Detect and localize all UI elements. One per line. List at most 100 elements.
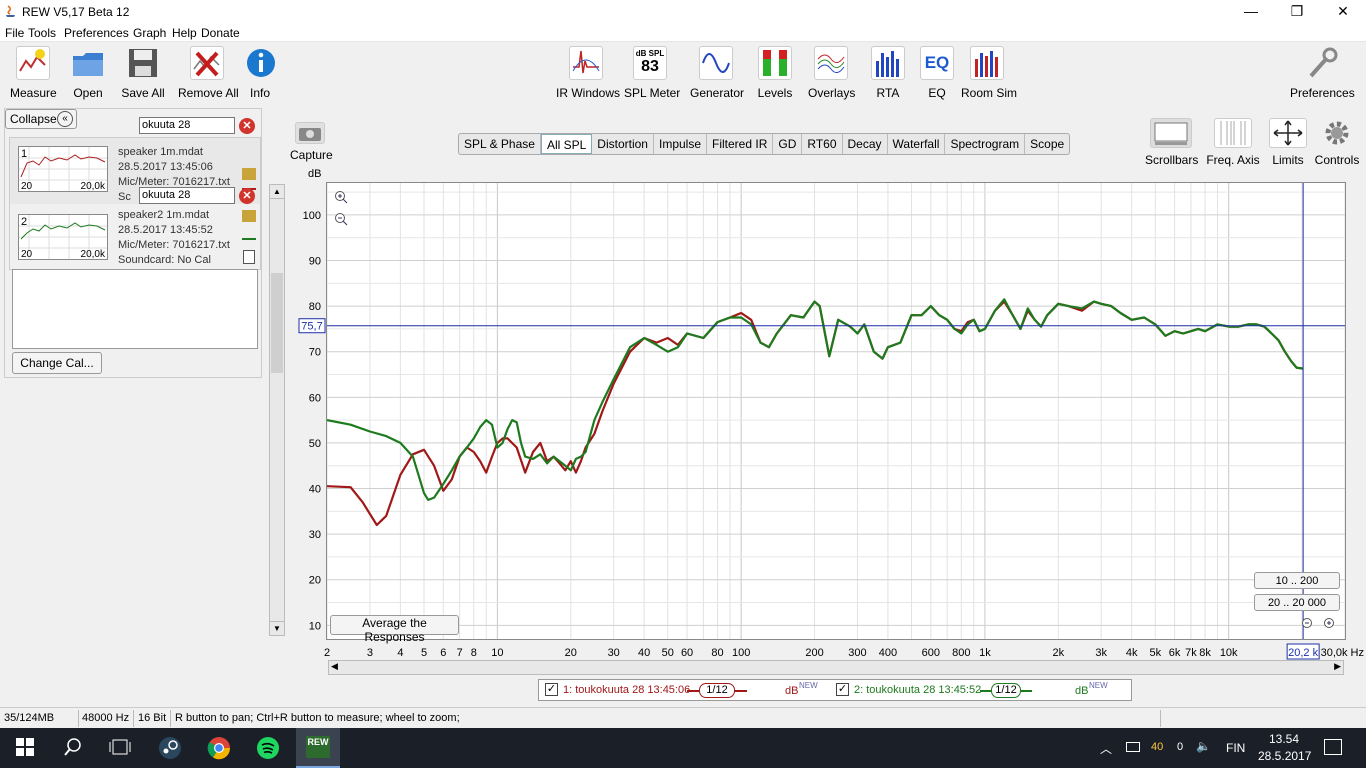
menu-bar: File Tools Preferences Graph Help Donate bbox=[0, 24, 1366, 42]
collapse-label: Collapse bbox=[10, 112, 57, 126]
clock[interactable]: 13.54 28.5.2017 bbox=[1258, 732, 1311, 763]
eq-label: EQ bbox=[928, 86, 946, 100]
rew-taskbar-button[interactable]: REW bbox=[296, 728, 340, 768]
change-cal-button[interactable]: Change Cal... bbox=[12, 352, 102, 374]
scroll-up-icon[interactable]: ▲ bbox=[270, 185, 284, 199]
close-window-button[interactable]: ✕ bbox=[1320, 0, 1366, 24]
scroll-left-icon[interactable]: ◀ bbox=[331, 661, 338, 672]
minimize-button[interactable]: — bbox=[1228, 0, 1274, 24]
x-tick-label: 5 bbox=[421, 647, 427, 659]
menu-file[interactable]: File bbox=[5, 26, 24, 40]
eq-button[interactable]: EQ EQ bbox=[920, 46, 954, 100]
chrome-icon[interactable] bbox=[207, 736, 231, 760]
info-button[interactable]: Info bbox=[244, 46, 276, 100]
x-end-label: 30,0k Hz bbox=[1321, 647, 1364, 659]
wrench-icon bbox=[1305, 46, 1339, 80]
remove-all-button[interactable]: Remove All bbox=[178, 46, 239, 100]
overlays-button[interactable]: Overlays bbox=[808, 46, 855, 100]
spl-meter-button[interactable]: dB SPL 83 SPL Meter bbox=[624, 46, 680, 100]
collapse-button[interactable]: Collapse « bbox=[5, 109, 77, 129]
maximize-button[interactable]: ❐ bbox=[1274, 0, 1320, 24]
tab-gd[interactable]: GD bbox=[773, 134, 803, 154]
legend-1-smoothing[interactable]: 1/12 bbox=[699, 683, 735, 698]
tray-chevron-icon[interactable]: ︿ bbox=[1100, 740, 1112, 757]
language-indicator[interactable]: FIN bbox=[1226, 741, 1245, 755]
x-tick-label: 10k bbox=[1220, 647, 1238, 659]
legend-2-smoothing[interactable]: 1/12 bbox=[991, 683, 1021, 698]
spotify-icon[interactable] bbox=[256, 736, 280, 760]
graph-tabs: SPL & Phase All SPL Distortion Impulse F… bbox=[458, 133, 1071, 155]
start-windows-icon[interactable] bbox=[14, 736, 38, 760]
measure-button[interactable]: Measure bbox=[10, 46, 57, 100]
rta-button[interactable]: RTA bbox=[870, 46, 906, 100]
tab-all-spl[interactable]: All SPL bbox=[540, 134, 593, 154]
open-button[interactable]: Open bbox=[70, 46, 106, 100]
notes-area[interactable] bbox=[12, 269, 258, 349]
tab-distortion[interactable]: Distortion bbox=[592, 134, 654, 154]
tab-spl-phase[interactable]: SPL & Phase bbox=[459, 134, 541, 154]
menu-tools[interactable]: Tools bbox=[28, 26, 56, 40]
room-sim-button[interactable]: Room Sim bbox=[961, 46, 1017, 100]
measurement-2-settings-icon[interactable] bbox=[242, 210, 256, 222]
tab-rt60[interactable]: RT60 bbox=[802, 134, 843, 154]
generator-button[interactable]: Generator bbox=[690, 46, 744, 100]
remove-all-label: Remove All bbox=[178, 86, 239, 100]
y-tick-label: 100 bbox=[303, 210, 321, 222]
limits-button[interactable]: Limits bbox=[1268, 118, 1308, 167]
task-view-icon[interactable] bbox=[108, 736, 132, 760]
notifications-icon[interactable] bbox=[1324, 739, 1342, 755]
x-tick-label: 80 bbox=[711, 647, 723, 659]
tab-impulse[interactable]: Impulse bbox=[654, 134, 708, 154]
tab-waterfall[interactable]: Waterfall bbox=[888, 134, 946, 154]
tab-spectrogram[interactable]: Spectrogram bbox=[945, 134, 1026, 154]
panel-scroll-thumb[interactable] bbox=[271, 273, 283, 373]
menu-graph[interactable]: Graph bbox=[133, 26, 166, 40]
measurement-2-notes-icon[interactable] bbox=[243, 250, 255, 264]
measurement-1-remove-icon[interactable]: ✕ bbox=[239, 118, 255, 134]
ir-windows-button[interactable]: IR Windows bbox=[556, 46, 621, 100]
panel-scrollbar[interactable]: ▲ ▼ bbox=[269, 184, 285, 636]
scroll-down-icon[interactable]: ▼ bbox=[270, 621, 284, 635]
x-tick-label: 7k bbox=[1185, 647, 1197, 659]
tab-decay[interactable]: Decay bbox=[843, 134, 888, 154]
measurement-2-name-field[interactable]: okuuta 28 13:45:52 bbox=[139, 187, 235, 204]
measurement-card-2[interactable]: 2 20 20,0k speaker2 1m.mdat 28.5.2017 13… bbox=[9, 204, 261, 270]
measurement-1-settings-icon[interactable] bbox=[242, 168, 256, 180]
java-app-icon bbox=[4, 4, 18, 18]
legend-2-checkbox[interactable]: ✓ bbox=[836, 683, 849, 696]
legend-1-checkbox[interactable]: ✓ bbox=[545, 683, 558, 696]
clock-time: 13.54 bbox=[1268, 732, 1300, 746]
x-tick-label: 6 bbox=[440, 647, 446, 659]
scrollbars-button[interactable]: Scrollbars bbox=[1145, 118, 1198, 167]
measurement-1-name-field[interactable]: okuuta 28 13:45:06 bbox=[139, 117, 235, 134]
x-tick-label: 100 bbox=[732, 647, 750, 659]
x-tick-label: 4 bbox=[397, 647, 403, 659]
folder-icon bbox=[71, 46, 105, 80]
graph-horizontal-scrollbar[interactable]: ◀ ▶ bbox=[328, 660, 1344, 675]
levels-button[interactable]: Levels bbox=[757, 46, 793, 100]
menu-preferences[interactable]: Preferences bbox=[64, 26, 129, 40]
freq-axis-button[interactable]: Freq. Axis bbox=[1206, 118, 1260, 167]
search-icon[interactable] bbox=[62, 736, 86, 760]
ir-windows-label: IR Windows bbox=[556, 86, 621, 100]
steam-icon[interactable] bbox=[158, 736, 182, 760]
windows-taskbar: REW ︿ 40 0 🔈 FIN 13.54 28.5.2017 bbox=[0, 728, 1366, 768]
menu-donate[interactable]: Donate bbox=[201, 26, 240, 40]
x-tick-label: 60 bbox=[681, 647, 693, 659]
capture-button[interactable]: Capture bbox=[290, 122, 333, 162]
cursor-freq-label: 20,2 k bbox=[1288, 647, 1318, 659]
preferences-button[interactable]: Preferences bbox=[1290, 46, 1355, 100]
generator-icon bbox=[699, 46, 733, 80]
controls-button[interactable]: Controls bbox=[1314, 118, 1360, 167]
menu-help[interactable]: Help bbox=[172, 26, 197, 40]
measurement-2-remove-icon[interactable]: ✕ bbox=[239, 188, 255, 204]
tab-scope[interactable]: Scope bbox=[1025, 134, 1069, 154]
measurement-1-number: 1 bbox=[21, 148, 28, 160]
speaker-icon[interactable]: 🔈 bbox=[1196, 739, 1211, 753]
status-hint: R button to pan; Ctrl+R button to measur… bbox=[175, 712, 460, 724]
measurement-2-color-icon[interactable] bbox=[242, 238, 256, 240]
save-all-button[interactable]: Save All bbox=[120, 46, 166, 100]
battery-icon[interactable] bbox=[1126, 742, 1140, 752]
scroll-right-icon[interactable]: ▶ bbox=[1334, 661, 1341, 672]
tab-filtered-ir[interactable]: Filtered IR bbox=[707, 134, 774, 154]
